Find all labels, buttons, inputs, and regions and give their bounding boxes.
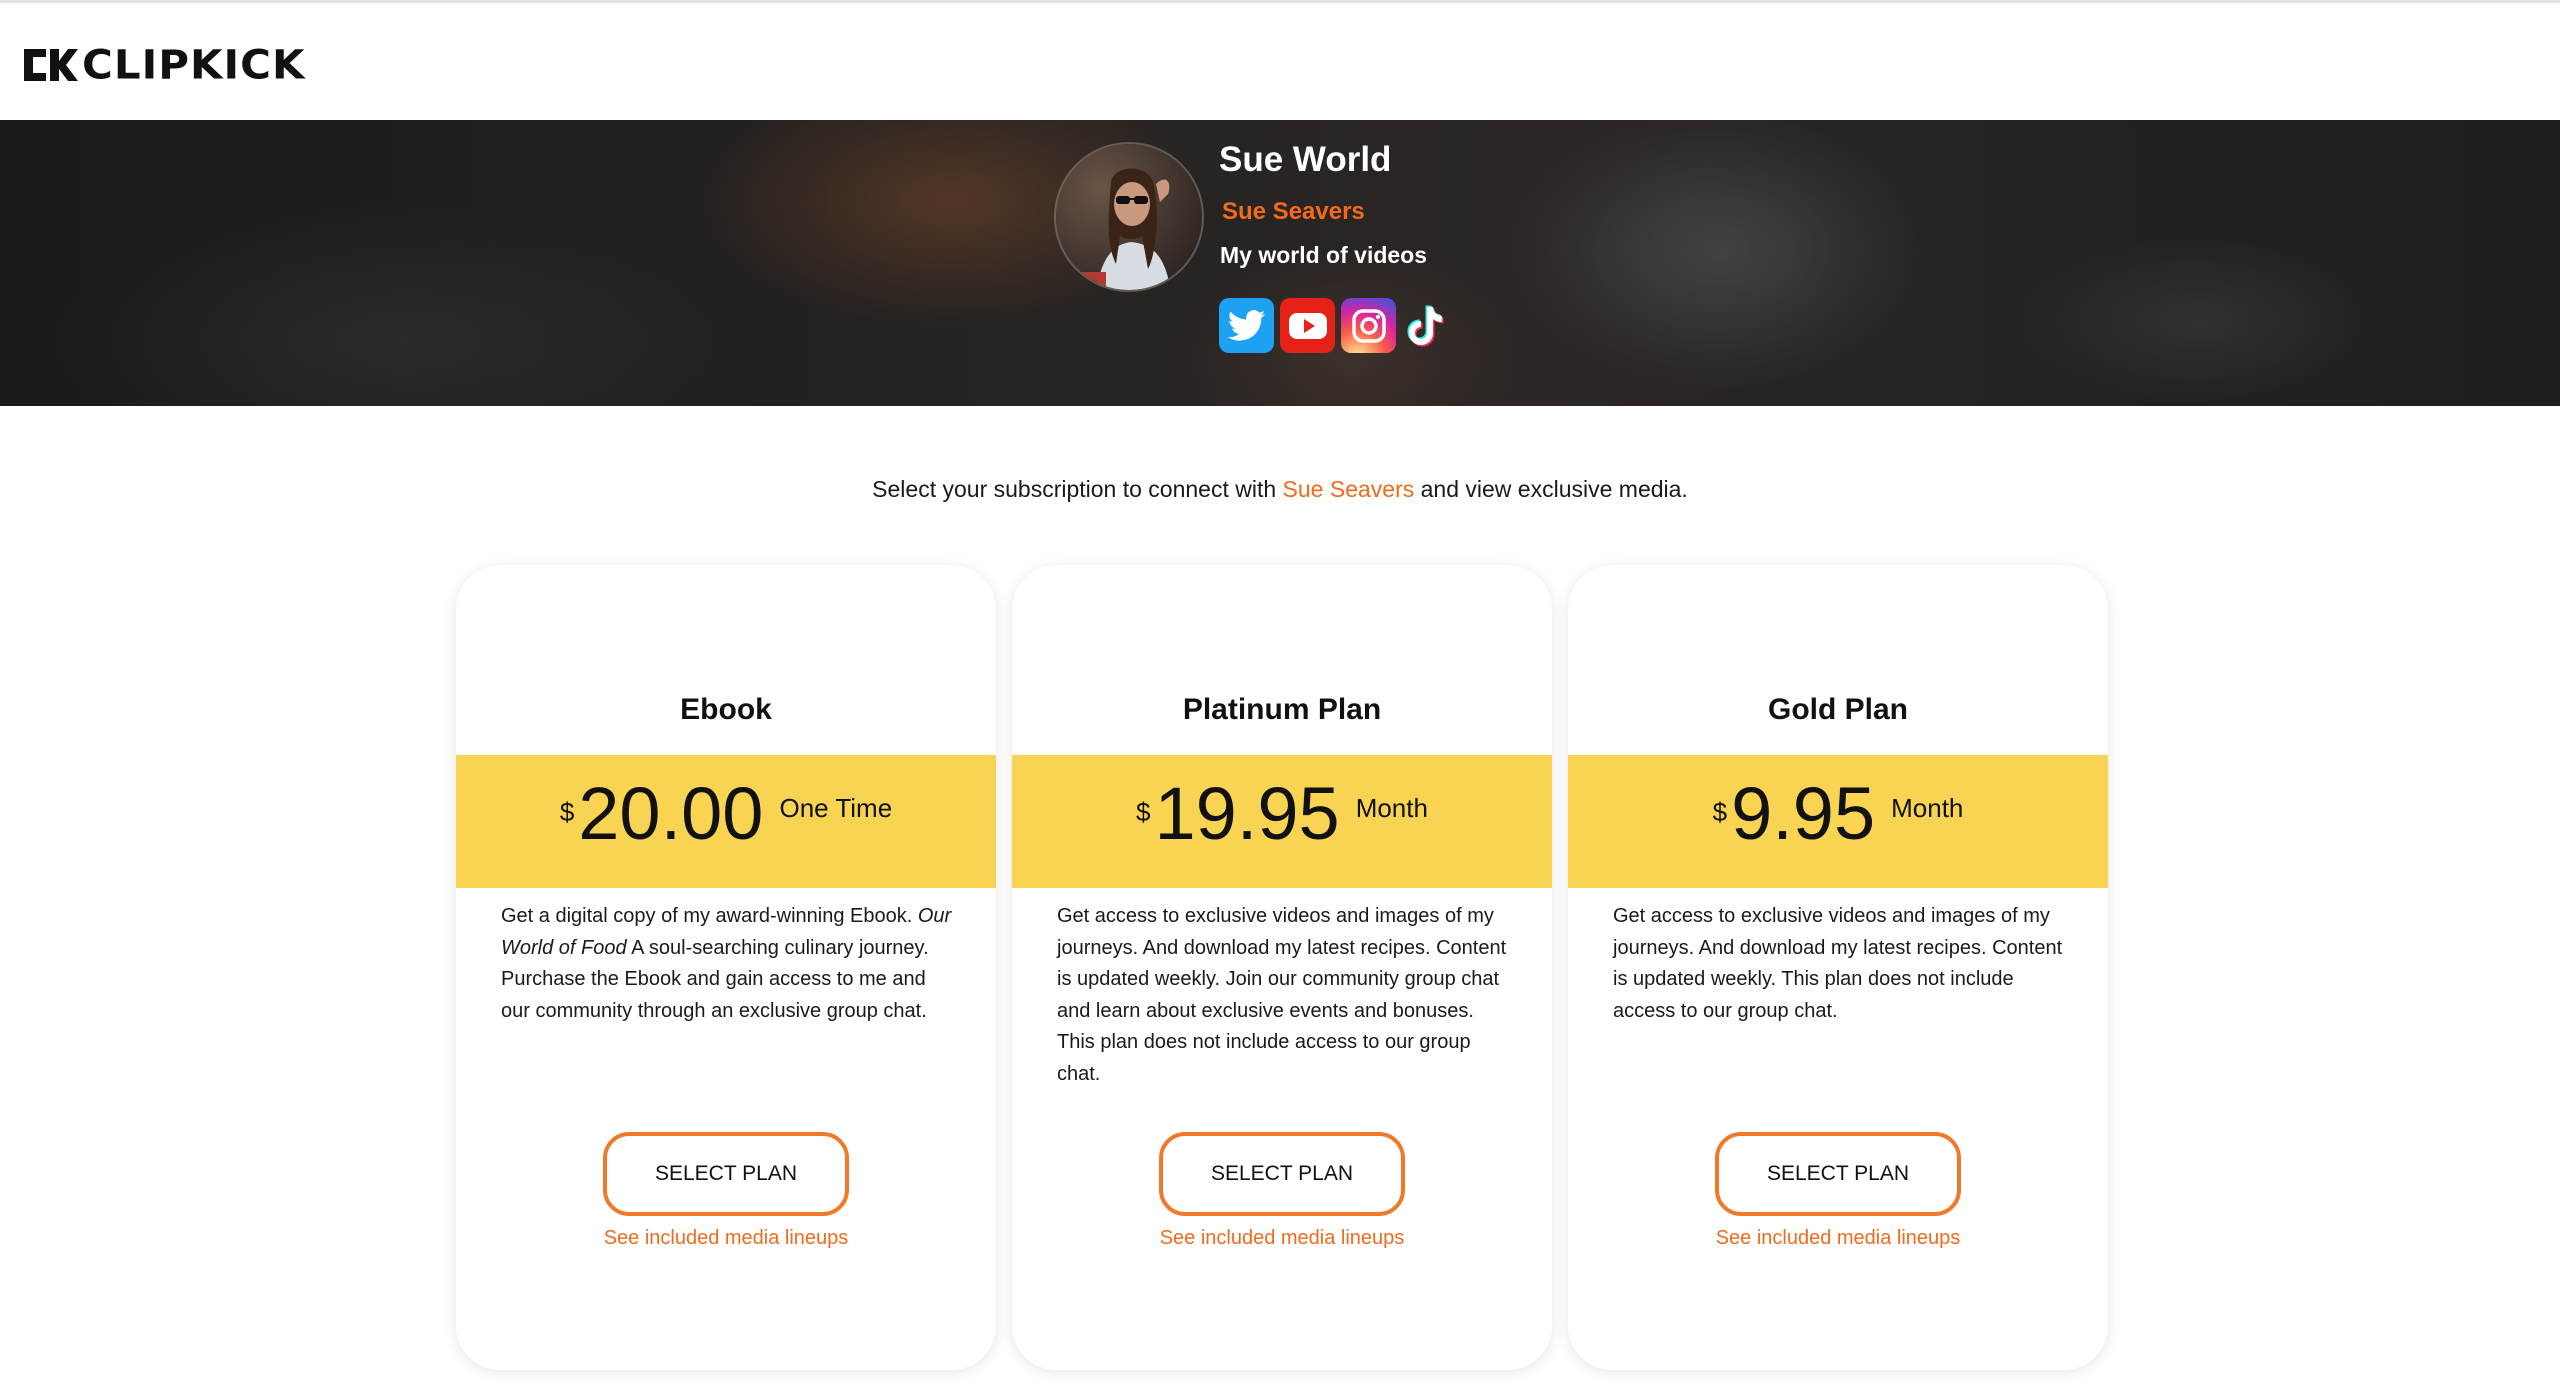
plan-card-platinum: Platinum Plan $ 19.95 Month Get access t… <box>1012 565 1552 1370</box>
creator-avatar[interactable] <box>1054 142 1204 292</box>
plan-description: Get access to exclusive videos and image… <box>1613 905 2063 1022</box>
price-amount: 20.00 <box>578 772 764 855</box>
price-currency: $ <box>559 797 575 827</box>
clipkick-logo[interactable]: CLIPKICK <box>22 45 306 85</box>
plan-price: $ 9.95 Month <box>1568 755 2108 888</box>
media-lineups-link[interactable]: See included media lineups <box>1012 1227 1552 1250</box>
clipkick-logo-mark-icon <box>24 49 78 81</box>
intro-creator-link[interactable]: Sue Seavers <box>1283 476 1415 502</box>
creator-tagline: My world of videos <box>1220 242 1428 268</box>
plan-card-ebook: Ebook $ 20.00 One Time Get a digital cop… <box>456 565 996 1370</box>
select-plan-button[interactable]: SELECT PLAN <box>1715 1132 1961 1216</box>
social-links <box>1219 298 1448 353</box>
site-header: CLIPKICK <box>0 3 2560 120</box>
creator-name: Sue World <box>1219 140 1392 179</box>
plan-price: $ 20.00 One Time <box>456 755 996 888</box>
twitter-icon[interactable] <box>1219 298 1274 353</box>
select-plan-button[interactable]: SELECT PLAN <box>1159 1132 1405 1216</box>
intro-suffix: and view exclusive media. <box>1414 476 1688 502</box>
tiktok-icon[interactable] <box>1402 298 1448 353</box>
plan-card-gold: Gold Plan $ 9.95 Month Get access to exc… <box>1568 565 2108 1370</box>
price-band: $ 19.95 Month <box>1012 755 1552 888</box>
price-period: One Time <box>779 793 893 823</box>
media-lineups-link[interactable]: See included media lineups <box>456 1227 996 1250</box>
plan-title: Platinum Plan <box>1182 693 1382 726</box>
instagram-icon[interactable] <box>1341 298 1396 353</box>
plan-price: $ 19.95 Month <box>1012 755 1552 888</box>
intro-prefix: Select your subscription to connect with <box>872 476 1283 502</box>
price-amount: 19.95 <box>1154 772 1340 855</box>
price-period: Month <box>1355 793 1428 823</box>
media-lineups-link[interactable]: See included media lineups <box>1568 1227 2108 1250</box>
logo-text: CLIPKICK <box>82 41 306 88</box>
subscription-intro: Select your subscription to connect with… <box>0 476 2560 503</box>
plan-title: Gold Plan <box>1767 693 1908 726</box>
youtube-icon[interactable] <box>1280 298 1335 353</box>
plan-description: Get access to exclusive videos and image… <box>1057 905 1507 1085</box>
avatar-photo <box>1056 144 1202 290</box>
desc-text: Get a digital copy of my award-winning E… <box>501 905 918 927</box>
plan-description: Get a digital copy of my award-winning E… <box>501 901 956 1027</box>
price-period: Month <box>1891 793 1964 823</box>
price-band: $ 9.95 Month <box>1568 755 2108 888</box>
plan-title: Ebook <box>680 693 772 726</box>
price-amount: 9.95 <box>1731 772 1876 855</box>
price-currency: $ <box>1136 797 1151 827</box>
creator-handle[interactable]: Sue Seavers <box>1222 198 1365 226</box>
price-band: $ 20.00 One Time <box>456 755 996 888</box>
price-currency: $ <box>1712 797 1728 827</box>
select-plan-button[interactable]: SELECT PLAN <box>603 1132 849 1216</box>
